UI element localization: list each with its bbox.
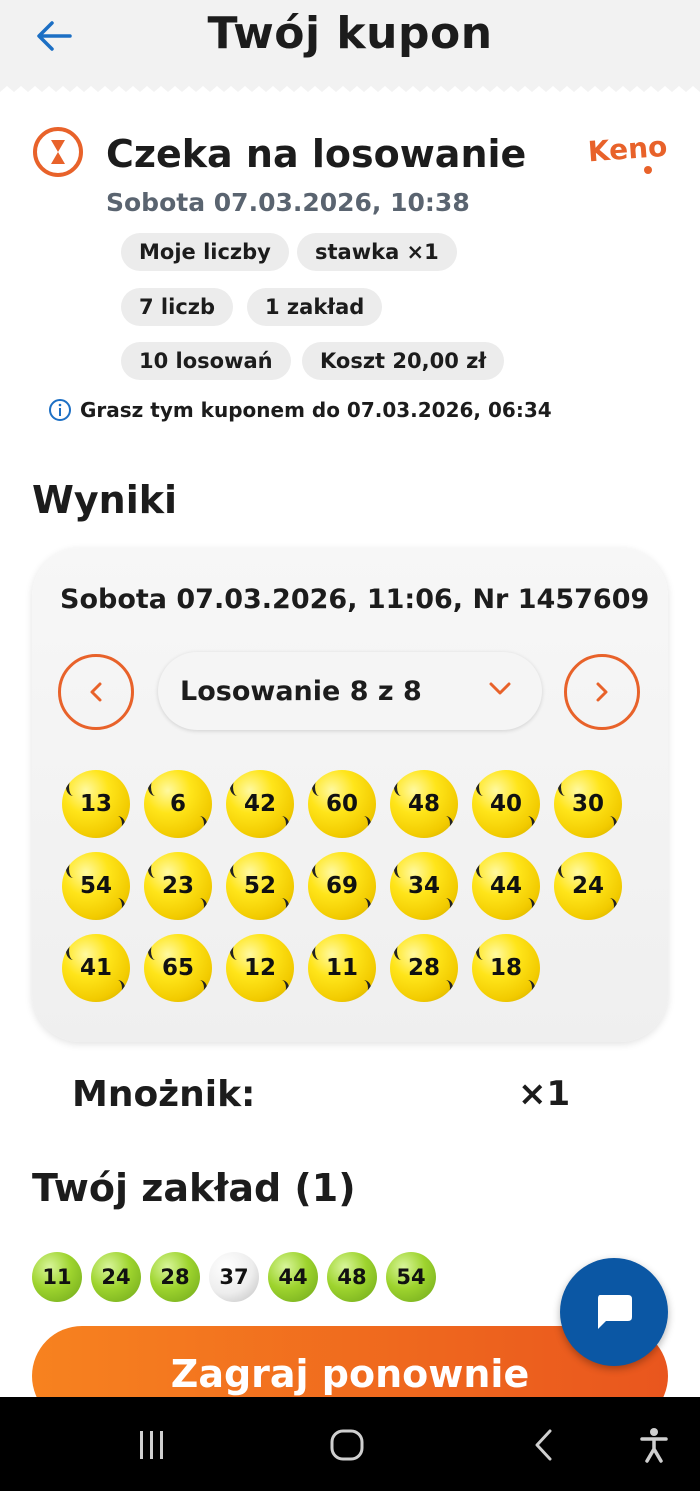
drawn-ball: 54 xyxy=(62,852,130,920)
system-navigation-bar xyxy=(0,1397,700,1491)
drawn-ball: 6 xyxy=(144,770,212,838)
drawn-ball: 40 xyxy=(472,770,540,838)
drawn-ball: 24 xyxy=(554,852,622,920)
draw-selector-label: Losowanie 8 z 8 xyxy=(180,675,422,707)
status-date: Sobota 07.03.2026, 10:38 xyxy=(106,188,470,217)
bet-ball-hit: 11 xyxy=(32,1252,82,1302)
drawn-ball: 42 xyxy=(226,770,294,838)
recent-apps-button[interactable] xyxy=(132,1425,172,1465)
accessibility-button[interactable] xyxy=(634,1425,674,1465)
keno-logo: Keno xyxy=(587,130,668,174)
drawn-ball: 44 xyxy=(472,852,540,920)
drawn-ball: 48 xyxy=(390,770,458,838)
next-draw-button[interactable] xyxy=(564,654,640,730)
info-icon xyxy=(49,399,71,421)
draw-info: Sobota 07.03.2026, 11:06, Nr 1457609 xyxy=(60,584,650,615)
zigzag-divider xyxy=(0,86,700,100)
multiplier-value: ×1 xyxy=(518,1074,571,1114)
chip-my-numbers: Moje liczby xyxy=(121,233,289,271)
drawn-ball: 23 xyxy=(144,852,212,920)
chip-bet-count: 1 zakład xyxy=(247,288,383,326)
chat-bubble-icon xyxy=(598,1295,632,1329)
drawn-ball: 11 xyxy=(308,934,376,1002)
page-title: Twój kupon xyxy=(207,8,493,59)
bet-ball-hit: 24 xyxy=(91,1252,141,1302)
drawn-ball: 30 xyxy=(554,770,622,838)
drawn-numbers: 13 6 42 60 48 40 30 54 23 52 69 34 44 24… xyxy=(62,770,642,1002)
chip-draw-count: 10 losowań xyxy=(121,342,291,380)
draw-selector[interactable]: Losowanie 8 z 8 xyxy=(158,652,542,730)
drawn-ball: 41 xyxy=(62,934,130,1002)
bet-ball-hit: 48 xyxy=(327,1252,377,1302)
drawn-ball: 13 xyxy=(62,770,130,838)
drawn-ball: 52 xyxy=(226,852,294,920)
chat-button[interactable] xyxy=(560,1258,668,1366)
results-title: Wyniki xyxy=(32,478,178,522)
bet-title: Twój zakład (1) xyxy=(32,1166,356,1210)
back-chevron-icon xyxy=(535,1429,552,1461)
home-icon xyxy=(330,1429,364,1461)
bet-ball-hit: 28 xyxy=(150,1252,200,1302)
drawn-ball: 65 xyxy=(144,934,212,1002)
validity-info: Grasz tym kuponem do 07.03.2026, 06:34 xyxy=(48,398,552,422)
chevron-down-icon xyxy=(489,682,511,695)
drawn-ball: 60 xyxy=(308,770,376,838)
validity-text: Grasz tym kuponem do 07.03.2026, 06:34 xyxy=(80,398,552,422)
chip-cost: Koszt 20,00 zł xyxy=(302,342,505,380)
chip-stake: stawka ×1 xyxy=(297,233,457,271)
accessibility-icon xyxy=(640,1428,668,1463)
recent-apps-icon xyxy=(140,1431,163,1459)
status-title: Czeka na losowanie xyxy=(106,132,527,176)
drawn-ball: 12 xyxy=(226,934,294,1002)
system-back-button[interactable] xyxy=(524,1425,564,1465)
bet-ball-miss: 37 xyxy=(209,1252,259,1302)
drawn-ball: 34 xyxy=(390,852,458,920)
drawn-ball: 28 xyxy=(390,934,458,1002)
bet-numbers: 11 24 28 37 44 48 54 xyxy=(32,1252,436,1302)
chevron-left-icon xyxy=(90,682,102,702)
hourglass-icon xyxy=(33,127,83,177)
bet-ball-hit: 54 xyxy=(386,1252,436,1302)
drawn-ball: 18 xyxy=(472,934,540,1002)
drawn-ball: 69 xyxy=(308,852,376,920)
multiplier-label: Mnożnik: xyxy=(72,1074,256,1115)
chip-number-count: 7 liczb xyxy=(121,288,234,326)
bet-ball-hit: 44 xyxy=(268,1252,318,1302)
previous-draw-button[interactable] xyxy=(58,654,134,730)
results-card: Sobota 07.03.2026, 11:06, Nr 1457609 Los… xyxy=(32,548,668,1042)
chevron-right-icon xyxy=(596,682,608,702)
home-button[interactable] xyxy=(327,1425,367,1465)
svg-text:Keno: Keno xyxy=(587,130,668,168)
